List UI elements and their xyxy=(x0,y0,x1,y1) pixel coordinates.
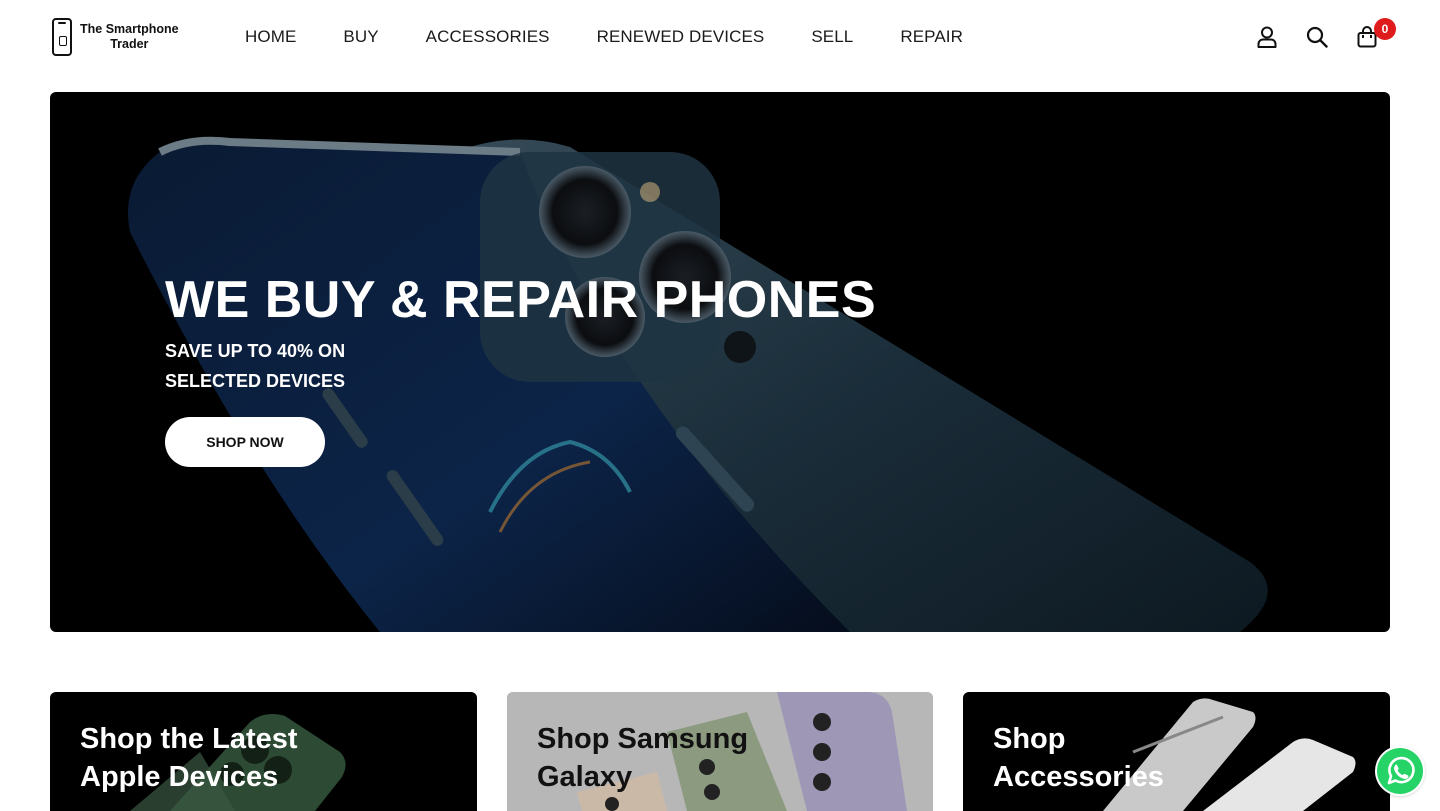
hero-title: WE BUY & REPAIR PHONES xyxy=(165,271,877,329)
cart-button[interactable]: 0 xyxy=(1356,18,1396,50)
hero-subtitle-line-1: SAVE UP TO 40% ON xyxy=(165,341,346,361)
card-title: Shop Samsung Galaxy xyxy=(537,723,749,793)
brand-name: The Smartphone Trader xyxy=(80,22,179,52)
hero-banner: WE BUY & REPAIR PHONES SAVE UP TO 40% ON… xyxy=(50,92,1390,632)
account-button[interactable] xyxy=(1256,24,1278,50)
main-nav: HOME BUY ACCESSORIES RENEWED DEVICES SEL… xyxy=(245,27,1010,47)
search-button[interactable] xyxy=(1306,24,1328,50)
nav-item-home[interactable]: HOME xyxy=(245,27,296,47)
nav-item-repair[interactable]: REPAIR xyxy=(900,27,963,47)
user-icon xyxy=(1257,26,1277,48)
card-shop-apple[interactable]: Shop the Latest Apple Devices xyxy=(50,692,477,811)
nav-item-accessories[interactable]: ACCESSORIES xyxy=(426,27,550,47)
card-shop-samsung[interactable]: Shop Samsung Galaxy xyxy=(507,692,933,811)
whatsapp-chat-button[interactable] xyxy=(1375,746,1425,796)
site-logo[interactable]: The Smartphone Trader xyxy=(52,18,179,56)
card-shop-accessories[interactable]: Shop Accessories xyxy=(963,692,1390,811)
nav-item-sell[interactable]: SELL xyxy=(811,27,853,47)
nav-item-renewed-devices[interactable]: RENEWED DEVICES xyxy=(597,27,765,47)
brand-line-1: The Smartphone xyxy=(80,22,179,36)
hero-subtitle-line-2: SELECTED DEVICES xyxy=(165,371,346,391)
cart-count-badge: 0 xyxy=(1374,18,1396,40)
site-header: The Smartphone Trader HOME BUY ACCESSORI… xyxy=(0,0,1440,76)
phone-logo-icon xyxy=(52,18,72,56)
search-icon xyxy=(1306,26,1328,48)
brand-line-2: Trader xyxy=(110,37,149,51)
whatsapp-icon xyxy=(1377,748,1423,794)
hero-subtitle: SAVE UP TO 40% ON SELECTED DEVICES xyxy=(165,336,345,396)
card-title: Shop Accessories xyxy=(993,723,1164,793)
card-title: Shop the Latest Apple Devices xyxy=(80,723,298,793)
header-actions: 0 xyxy=(1256,18,1396,50)
nav-item-buy[interactable]: BUY xyxy=(343,27,378,47)
shop-now-button[interactable]: SHOP NOW xyxy=(165,417,325,467)
